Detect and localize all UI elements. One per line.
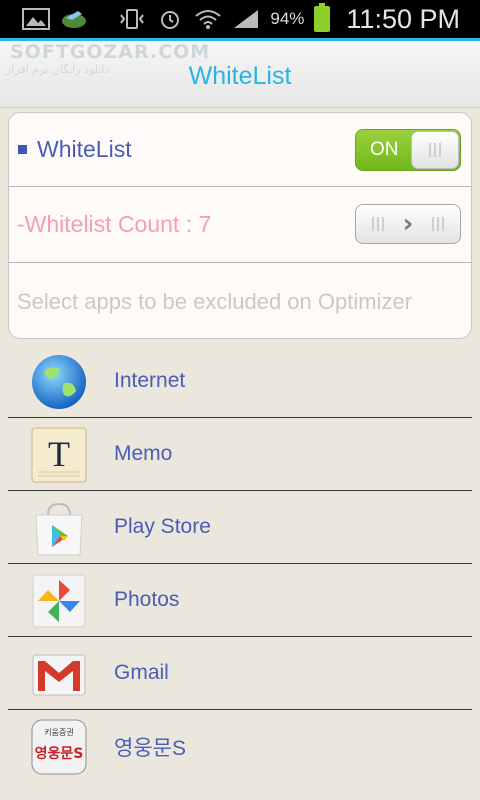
vibrate-icon bbox=[120, 9, 145, 29]
play-store-icon bbox=[35, 502, 83, 556]
chevron-right-icon: › bbox=[402, 209, 414, 239]
clock: 11:50 PM bbox=[346, 3, 460, 34]
toggle-state-label: ON bbox=[370, 139, 399, 160]
open-whitelist-button[interactable]: › bbox=[355, 204, 461, 244]
page-title: WhiteList bbox=[188, 62, 292, 90]
title-bar: SOFTGOZAR.COM دانلود رایگان نرم افزار Wh… bbox=[0, 38, 480, 108]
list-item[interactable]: 키움증권 영웅문S 영웅문S bbox=[8, 710, 472, 783]
gmail-icon bbox=[32, 654, 86, 696]
watermark-tagline: دانلود رایگان نرم افزار bbox=[6, 63, 110, 76]
app-label: Internet bbox=[114, 369, 186, 392]
description-text: Select apps to be excluded on Optimizer bbox=[17, 288, 413, 314]
alarm-icon bbox=[161, 11, 180, 29]
whitelist-count-label: -Whitelist Count : 7 bbox=[17, 211, 212, 237]
memo-letter: T bbox=[48, 434, 70, 474]
app-notification-icon bbox=[62, 11, 86, 28]
whitelist-toggle-row: WhiteList ON bbox=[9, 113, 471, 187]
list-item[interactable]: T Memo bbox=[8, 418, 472, 491]
description-row: Select apps to be excluded on Optimizer bbox=[9, 263, 471, 338]
whitelist-count-row[interactable]: -Whitelist Count : 7 › bbox=[9, 187, 471, 263]
app-label: Play Store bbox=[114, 515, 211, 538]
youngwoongmun-icon: 키움증권 영웅문S bbox=[31, 719, 87, 775]
wifi-icon bbox=[195, 10, 222, 29]
memo-icon: T bbox=[31, 427, 87, 483]
list-item[interactable]: Gmail bbox=[8, 637, 472, 710]
signal-icon bbox=[234, 10, 259, 28]
app-label: Gmail bbox=[114, 661, 169, 684]
icon-app-text: 영웅문S bbox=[35, 745, 84, 762]
photos-pinwheel-icon bbox=[32, 574, 86, 628]
whitelist-label: WhiteList bbox=[37, 136, 132, 162]
app-list: Internet T Memo Play Store Photos Gmail … bbox=[8, 345, 472, 783]
whitelist-toggle[interactable]: ON bbox=[355, 129, 461, 171]
internet-globe-icon bbox=[32, 355, 86, 409]
whitelist-settings-card: WhiteList ON -Whitelist Count : 7 › Sele… bbox=[8, 112, 472, 339]
status-bar: 94% 11:50 PM bbox=[0, 0, 480, 38]
watermark-brand: SOFTGOZAR.COM bbox=[10, 41, 211, 63]
battery-percent: 94% bbox=[270, 9, 305, 28]
app-label: 영웅문S bbox=[114, 736, 186, 760]
app-label: Photos bbox=[114, 588, 180, 611]
icon-brand-text: 키움증권 bbox=[44, 727, 73, 737]
toggle-knob[interactable] bbox=[411, 131, 459, 169]
bullet-icon bbox=[18, 145, 27, 154]
list-item[interactable]: Photos bbox=[8, 564, 472, 637]
gallery-icon bbox=[22, 8, 50, 30]
battery-icon bbox=[314, 3, 331, 32]
list-item[interactable]: Play Store bbox=[8, 491, 472, 564]
app-label: Memo bbox=[114, 442, 173, 465]
list-item[interactable]: Internet bbox=[8, 345, 472, 418]
